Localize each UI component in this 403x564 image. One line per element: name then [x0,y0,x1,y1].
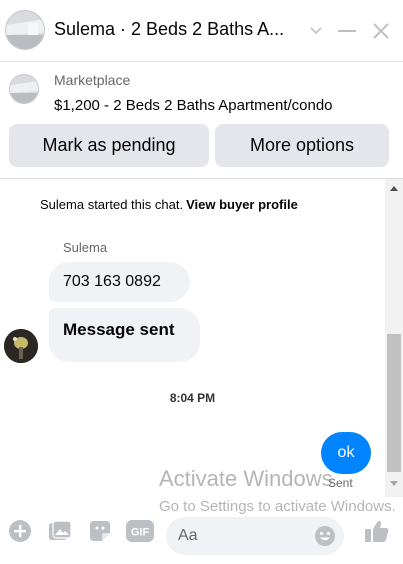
scroll-up-arrow-icon[interactable] [390,186,398,191]
svg-text:GIF: GIF [131,527,150,539]
mark-as-pending-button[interactable]: Mark as pending [9,124,209,167]
chevron-down-icon[interactable] [302,14,330,48]
emoji-icon[interactable] [314,525,336,547]
message-input-box[interactable] [166,517,344,555]
gif-icon[interactable]: GIF [126,518,154,544]
message-composer: GIF [0,505,403,564]
message-timestamp: 8:04 PM [169,391,216,405]
incoming-message[interactable]: Message sent [49,308,200,362]
sticker-icon[interactable] [87,518,113,544]
message-input[interactable] [178,525,308,547]
activate-windows-watermark: Activate Windows [159,466,333,491]
listing-thumbnail[interactable] [9,74,39,104]
listing-avatar[interactable] [5,10,45,50]
plus-icon[interactable] [7,518,33,544]
listing-title[interactable]: $1,200 - 2 Beds 2 Baths Apartment/condo [54,97,333,114]
more-options-button[interactable]: More options [215,124,389,167]
close-icon[interactable] [367,14,395,48]
photo-icon[interactable] [47,518,73,544]
system-note-text: Sulema started this chat. [40,197,184,212]
chat-header: Sulema · 2 Beds 2 Baths A... [0,0,403,62]
scroll-down-arrow-icon[interactable] [390,481,398,486]
message-thread: Sulema started this chat. View buyer prof… [0,179,385,497]
scrollbar[interactable] [385,179,403,497]
minimize-icon[interactable] [333,14,361,48]
chat-started-note: Sulema started this chat. View buyer prof… [40,197,298,212]
view-buyer-profile-link[interactable]: View buyer profile [186,197,298,212]
sender-name: Sulema [63,240,108,255]
avatar[interactable] [4,329,38,363]
marketplace-label: Marketplace [54,72,131,88]
scrollbar-thumb[interactable] [387,334,401,472]
incoming-message[interactable]: 703 163 0892 [49,262,190,302]
chat-title[interactable]: Sulema · 2 Beds 2 Baths A... [54,19,300,40]
like-icon[interactable] [363,517,391,545]
